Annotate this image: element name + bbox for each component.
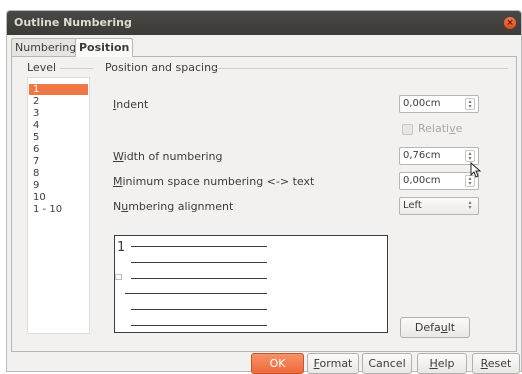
level-item-8[interactable]: 8 <box>29 168 88 179</box>
alignment-select[interactable]: Left ▴ ▾ <box>399 197 479 215</box>
preview-line <box>131 278 267 279</box>
ok-button[interactable]: OK <box>251 353 304 374</box>
relative-checkbox[interactable] <box>402 124 413 135</box>
level-item-3[interactable]: 3 <box>29 108 88 119</box>
close-icon[interactable]: × <box>504 17 516 29</box>
level-item-10[interactable]: 10 <box>29 192 88 203</box>
level-item-all[interactable]: 1 - 10 <box>29 204 88 215</box>
level-separator <box>60 68 93 69</box>
help-button[interactable]: Help <box>417 353 467 374</box>
width-spinbox[interactable]: 0,76cm ▴ ▾ <box>399 147 479 165</box>
numbering-preview: 1 □ <box>114 235 388 333</box>
position-separator <box>216 68 508 69</box>
dropdown-arrows-icon[interactable]: ▴ ▾ <box>465 200 475 212</box>
reset-button[interactable]: Reset <box>472 353 520 374</box>
min-space-value[interactable]: 0,00cm <box>403 175 441 186</box>
preview-line <box>131 246 267 247</box>
title-bar: Outline Numbering × <box>7 11 521 35</box>
indent-label: Indent <box>113 98 149 111</box>
relative-label: Relative <box>418 122 463 135</box>
preview-line <box>131 262 267 263</box>
spin-arrows-icon[interactable]: ▴ ▾ <box>465 98 475 110</box>
indent-value[interactable]: 0,00cm <box>403 98 441 109</box>
cancel-button[interactable]: Cancel <box>362 353 412 374</box>
min-space-spinbox[interactable]: 0,00cm ▴ ▾ <box>399 172 479 190</box>
level-item-5[interactable]: 5 <box>29 132 88 143</box>
level-list[interactable]: 1 2 3 4 5 6 7 8 9 10 1 - 10 <box>27 77 90 334</box>
preview-line <box>131 309 267 310</box>
default-button[interactable]: Default <box>400 317 470 338</box>
level-item-1[interactable]: 1 <box>29 84 88 95</box>
preview-line <box>131 325 267 326</box>
tab-numbering[interactable]: Numbering <box>11 38 81 56</box>
preview-line <box>125 293 267 294</box>
position-spacing-label: Position and spacing <box>105 61 219 74</box>
level-item-7[interactable]: 7 <box>29 156 88 167</box>
preview-bullet-icon: □ <box>115 272 123 281</box>
width-value[interactable]: 0,76cm <box>403 150 441 161</box>
format-button[interactable]: Format <box>307 353 359 374</box>
min-space-label: Minimum space numbering <-> text <box>113 175 315 188</box>
level-item-9[interactable]: 9 <box>29 180 88 191</box>
mouse-cursor-icon <box>470 162 482 178</box>
dialog-title: Outline Numbering <box>14 16 132 29</box>
level-item-6[interactable]: 6 <box>29 144 88 155</box>
level-label: Level <box>27 61 57 74</box>
spin-arrows-icon[interactable]: ▴ ▾ <box>465 150 475 162</box>
indent-spinbox[interactable]: 0,00cm ▴ ▾ <box>399 95 479 113</box>
tab-position[interactable]: Position <box>75 38 134 57</box>
alignment-value[interactable]: Left <box>403 200 422 211</box>
preview-number: 1 <box>117 240 126 255</box>
level-item-2[interactable]: 2 <box>29 96 88 107</box>
alignment-label: Numbering alignment <box>113 200 234 213</box>
width-label: Width of numbering <box>113 150 223 163</box>
level-item-4[interactable]: 4 <box>29 120 88 131</box>
